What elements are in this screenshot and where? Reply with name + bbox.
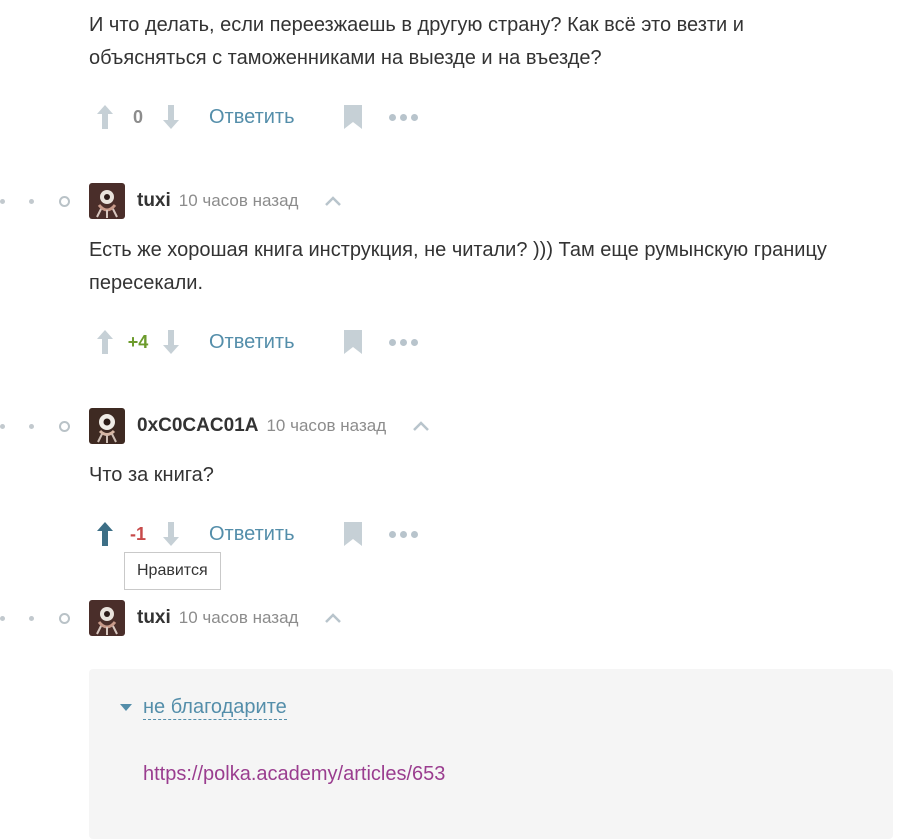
tooltip: Нравится (124, 552, 221, 590)
avatar-image (89, 183, 125, 219)
parent-comment-button[interactable] (324, 612, 342, 624)
comment-header: 0xC0CAC01A 10 часов назад (0, 406, 907, 446)
parent-comment-button[interactable] (324, 195, 342, 207)
bookmark-button[interactable] (343, 521, 365, 547)
bookmark-button[interactable] (343, 329, 365, 355)
more-button[interactable] (388, 530, 418, 538)
avatar-image (89, 600, 125, 636)
comment-actions: -1 Ответить (95, 519, 418, 549)
more-icon (388, 113, 396, 121)
upvote-button[interactable] (95, 103, 115, 131)
spoiler-block: не благодарите https://polka.academy/art… (89, 669, 893, 839)
arrow-up-icon (97, 330, 113, 354)
more-icon (388, 530, 396, 538)
score: 0 (132, 106, 143, 127)
avatar[interactable] (89, 408, 125, 444)
downvote-button[interactable] (161, 520, 181, 548)
comment-header: tuxi 10 часов назад (0, 181, 907, 221)
spoiler-toggle[interactable]: не благодарите (120, 695, 287, 720)
comment-text: Что за книга? (89, 464, 214, 486)
upvote-button[interactable] (95, 520, 115, 548)
comment-header: tuxi 10 часов назад (0, 598, 907, 638)
spoiler-title: не благодарите (143, 696, 287, 720)
arrow-up-icon (97, 105, 113, 129)
thread-indicator (0, 195, 70, 207)
reply-button[interactable]: Ответить (209, 331, 295, 354)
thread-indicator (0, 420, 70, 432)
article-link[interactable]: https://polka.academy/articles/653 (143, 763, 445, 786)
username[interactable]: tuxi (137, 190, 171, 212)
score: +4 (127, 331, 149, 352)
downvote-button[interactable] (161, 103, 181, 131)
comment-actions: 0 Ответить (95, 102, 418, 132)
avatar[interactable] (89, 600, 125, 636)
more-button[interactable] (388, 113, 418, 121)
bookmark-icon (343, 522, 362, 546)
thread-indicator (0, 612, 70, 624)
username[interactable]: tuxi (137, 607, 171, 629)
more-icon (388, 338, 396, 346)
arrow-down-icon (163, 522, 179, 546)
username[interactable]: 0xC0CAC01A (137, 415, 258, 437)
bookmark-icon (343, 105, 362, 129)
upvote-button[interactable] (95, 328, 115, 356)
parent-comment-button[interactable] (412, 420, 430, 432)
caret-down-icon (120, 703, 132, 711)
comment-text: И что делать, если переезжаешь в другую … (89, 14, 744, 69)
reply-button[interactable]: Ответить (209, 106, 295, 129)
arrow-up-icon (97, 522, 113, 546)
arrow-down-icon (163, 105, 179, 129)
bookmark-icon (343, 330, 362, 354)
more-button[interactable] (388, 338, 418, 346)
downvote-button[interactable] (161, 328, 181, 356)
avatar-image (89, 408, 125, 444)
timestamp[interactable]: 10 часов назад (179, 191, 299, 211)
timestamp[interactable]: 10 часов назад (266, 416, 386, 436)
comment-actions: +4 Ответить (95, 327, 418, 357)
reply-button[interactable]: Ответить (209, 523, 295, 546)
avatar[interactable] (89, 183, 125, 219)
timestamp[interactable]: 10 часов назад (179, 608, 299, 628)
chevron-up-icon (413, 421, 430, 431)
chevron-up-icon (325, 613, 342, 623)
chevron-up-icon (325, 196, 342, 206)
score: -1 (129, 523, 146, 544)
arrow-down-icon (163, 330, 179, 354)
comment-text: Есть же хорошая книга инструкция, не чит… (89, 239, 827, 294)
bookmark-button[interactable] (343, 104, 365, 130)
